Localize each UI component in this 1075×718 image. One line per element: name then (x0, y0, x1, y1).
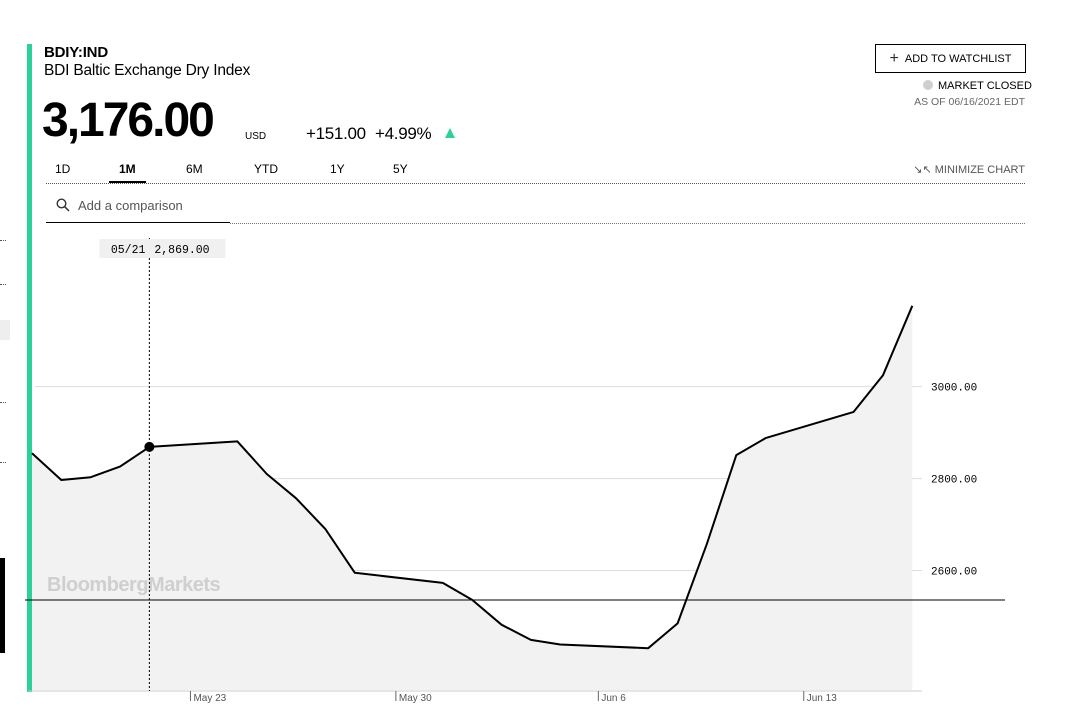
x-tick-label: Jun 6 (601, 693, 626, 704)
highlight-point (144, 441, 155, 452)
tooltip-date: 05/21 (111, 244, 146, 257)
y-tick-label: 3000.00 (931, 383, 977, 395)
y-tick-label: 2600.00 (931, 567, 977, 579)
tooltip-value: 2,869.00 (154, 244, 209, 257)
y-tick-label: 2800.00 (931, 475, 977, 487)
x-tick-label: Jun 13 (807, 693, 837, 704)
x-tick-label: May 30 (399, 693, 432, 704)
price-chart: BloombergMarkets 3000.00 2800.00 2600.00 M… (25, 238, 1005, 704)
watermark: BloombergMarkets (47, 574, 221, 596)
x-tick-label: May 23 (193, 693, 226, 704)
chart-area (32, 305, 913, 690)
